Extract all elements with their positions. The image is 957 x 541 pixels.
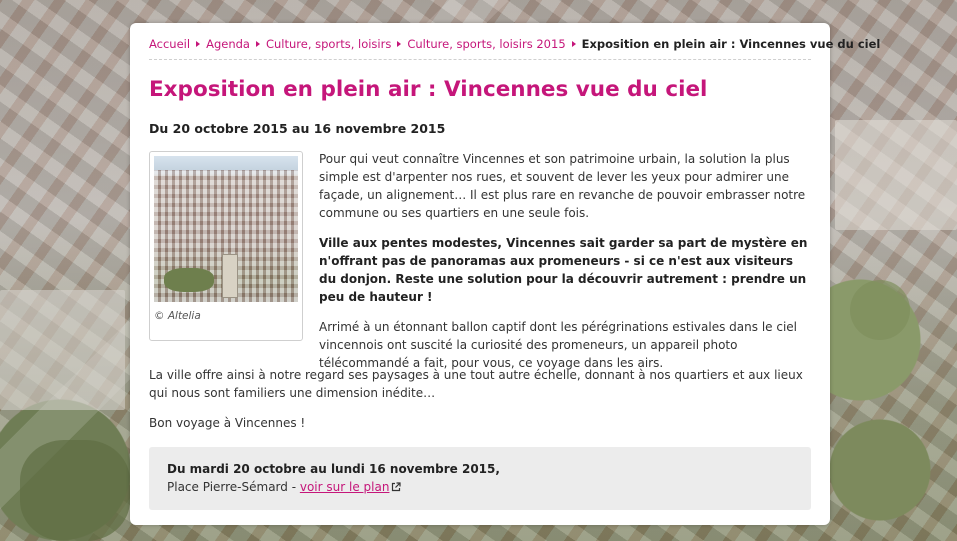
breadcrumb-culture-2015-link[interactable]: Culture, sports, loisirs 2015 [407, 37, 565, 51]
event-info-box: Du mardi 20 octobre au lundi 16 novembre… [149, 447, 811, 510]
donjon-tower-shape [222, 254, 238, 298]
breadcrumb-separator-icon [571, 41, 576, 47]
paragraph: Pour qui veut connaître Vincennes et son… [319, 152, 806, 220]
paragraph: Bon voyage à Vincennes ! [149, 416, 306, 430]
page-title: Exposition en plein air : Vincennes vue … [149, 77, 708, 102]
info-dates: Du mardi 20 octobre au lundi 16 novembre… [167, 462, 500, 476]
breadcrumb-separator-icon [196, 41, 201, 47]
external-link-icon[interactable] [391, 482, 402, 492]
info-place-line: Place Pierre-Sémard - voir sur le plan [167, 478, 793, 496]
breadcrumb-separator-icon [255, 41, 260, 47]
paragraph-bold: Ville aux pentes modestes, Vincennes sai… [319, 236, 808, 304]
breadcrumb: Accueil Agenda Culture, sports, loisirs Cul… [149, 37, 880, 60]
breadcrumb-current: Exposition en plein air : Vincennes vue … [581, 37, 881, 51]
paragraph: Arrimé à un étonnant ballon captif dont … [319, 320, 797, 370]
breadcrumb-culture-link[interactable]: Culture, sports, loisirs [266, 37, 391, 51]
breadcrumb-home-link[interactable]: Accueil [149, 37, 190, 51]
content-panel: Accueil Agenda Culture, sports, loisirs Cul… [130, 23, 880, 525]
paragraph: La ville offre ainsi à notre regard ses … [149, 368, 803, 400]
info-place: Place Pierre-Sémard - [167, 480, 300, 494]
closing-text: La ville offre ainsi à notre regard ses … [149, 366, 813, 444]
intro-text: Pour qui veut connaître Vincennes et son… [319, 150, 813, 384]
photo-caption: © Altelia [154, 310, 201, 322]
event-figure: © Altelia [149, 151, 303, 341]
event-date-range: Du 20 octobre 2015 au 16 novembre 2015 [149, 121, 446, 136]
aerial-photo-image[interactable] [154, 156, 298, 302]
breadcrumb-separator-icon [397, 41, 402, 47]
breadcrumb-agenda-link[interactable]: Agenda [206, 37, 250, 51]
map-link[interactable]: voir sur le plan [300, 480, 390, 494]
